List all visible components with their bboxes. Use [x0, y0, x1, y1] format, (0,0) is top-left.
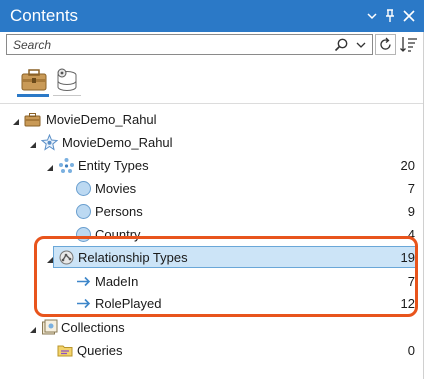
tree-label: RolePlayed: [95, 296, 162, 311]
tree-row-movies[interactable]: Movies 7: [0, 177, 424, 200]
relationship-arrow-icon: [75, 295, 92, 312]
tree-row-knowledge-graph[interactable]: MovieDemo_Rahul: [0, 131, 424, 154]
search-box: [6, 34, 373, 55]
pane-title: Contents: [10, 6, 79, 25]
item-count: 19: [400, 250, 415, 265]
tree-label: Entity Types: [78, 158, 149, 173]
tree-label: Persons: [95, 204, 143, 219]
tree-label: MovieDemo_Rahul: [62, 135, 173, 150]
database-gear-icon[interactable]: [53, 66, 81, 94]
tree-row-entity-types[interactable]: Entity Types 20: [0, 154, 424, 177]
item-count: 9: [407, 204, 415, 219]
tree-row-roleplayed[interactable]: RolePlayed 12: [0, 292, 424, 315]
chevron-down-icon[interactable]: [364, 6, 380, 26]
sort-button[interactable]: [398, 34, 419, 55]
tree-label: Relationship Types: [78, 250, 188, 265]
item-count: 20: [400, 158, 415, 173]
tree-row-queries[interactable]: Queries 0: [0, 339, 424, 362]
item-count: 0: [407, 343, 415, 358]
tree-row-persons[interactable]: Persons 9: [0, 200, 424, 223]
tree-row-relationship-types[interactable]: Relationship Types 19: [0, 246, 424, 269]
tree-row-madein[interactable]: MadeIn 7: [0, 270, 424, 293]
sort-icon: [398, 37, 419, 59]
divider: [0, 103, 424, 104]
close-icon[interactable]: [401, 6, 417, 26]
collections-icon: [41, 319, 58, 336]
entity-type-circle-icon: [75, 203, 92, 220]
relationship-types-icon: [58, 249, 75, 266]
expanded-arrow-icon[interactable]: [28, 137, 38, 148]
pin-icon[interactable]: [382, 6, 398, 26]
item-count: 7: [407, 274, 415, 289]
active-tab-indicator: [17, 94, 49, 97]
entity-types-icon: [58, 157, 75, 174]
queries-folder-icon: [57, 342, 74, 359]
briefcase-icon[interactable]: [20, 66, 48, 94]
entity-type-circle-icon: [75, 180, 92, 197]
item-count: 12: [400, 296, 415, 311]
knowledge-graph-icon: [40, 133, 59, 151]
tree-label: MovieDemo_Rahul: [46, 112, 157, 127]
entity-type-circle-icon: [75, 226, 92, 243]
expanded-arrow-icon[interactable]: [28, 322, 38, 333]
expanded-arrow-icon[interactable]: [11, 114, 21, 125]
item-count: 7: [407, 181, 415, 196]
relationship-arrow-icon: [75, 273, 92, 290]
expanded-arrow-icon[interactable]: [45, 252, 55, 263]
tab-separator: [53, 95, 81, 96]
tree-label: Movies: [95, 181, 137, 196]
item-count: 4: [407, 227, 415, 242]
search-input[interactable]: [7, 35, 323, 54]
search-icon[interactable]: [333, 37, 349, 53]
expanded-arrow-icon[interactable]: [45, 160, 55, 171]
refresh-icon: [375, 34, 396, 59]
tree-label: Collections: [61, 320, 125, 335]
tree-label: Queries: [77, 343, 123, 358]
refresh-button[interactable]: [375, 34, 396, 55]
tree-row-country[interactable]: Country 4: [0, 223, 424, 246]
tree-label: Country: [95, 227, 141, 242]
tree-row-collections[interactable]: Collections: [0, 316, 424, 339]
pane-header: Contents: [0, 0, 424, 32]
search-options-chevron-icon[interactable]: [354, 37, 368, 53]
project-briefcase-icon: [24, 111, 41, 128]
tree-label: MadeIn: [95, 274, 139, 289]
tree-row-root[interactable]: MovieDemo_Rahul: [0, 108, 424, 131]
